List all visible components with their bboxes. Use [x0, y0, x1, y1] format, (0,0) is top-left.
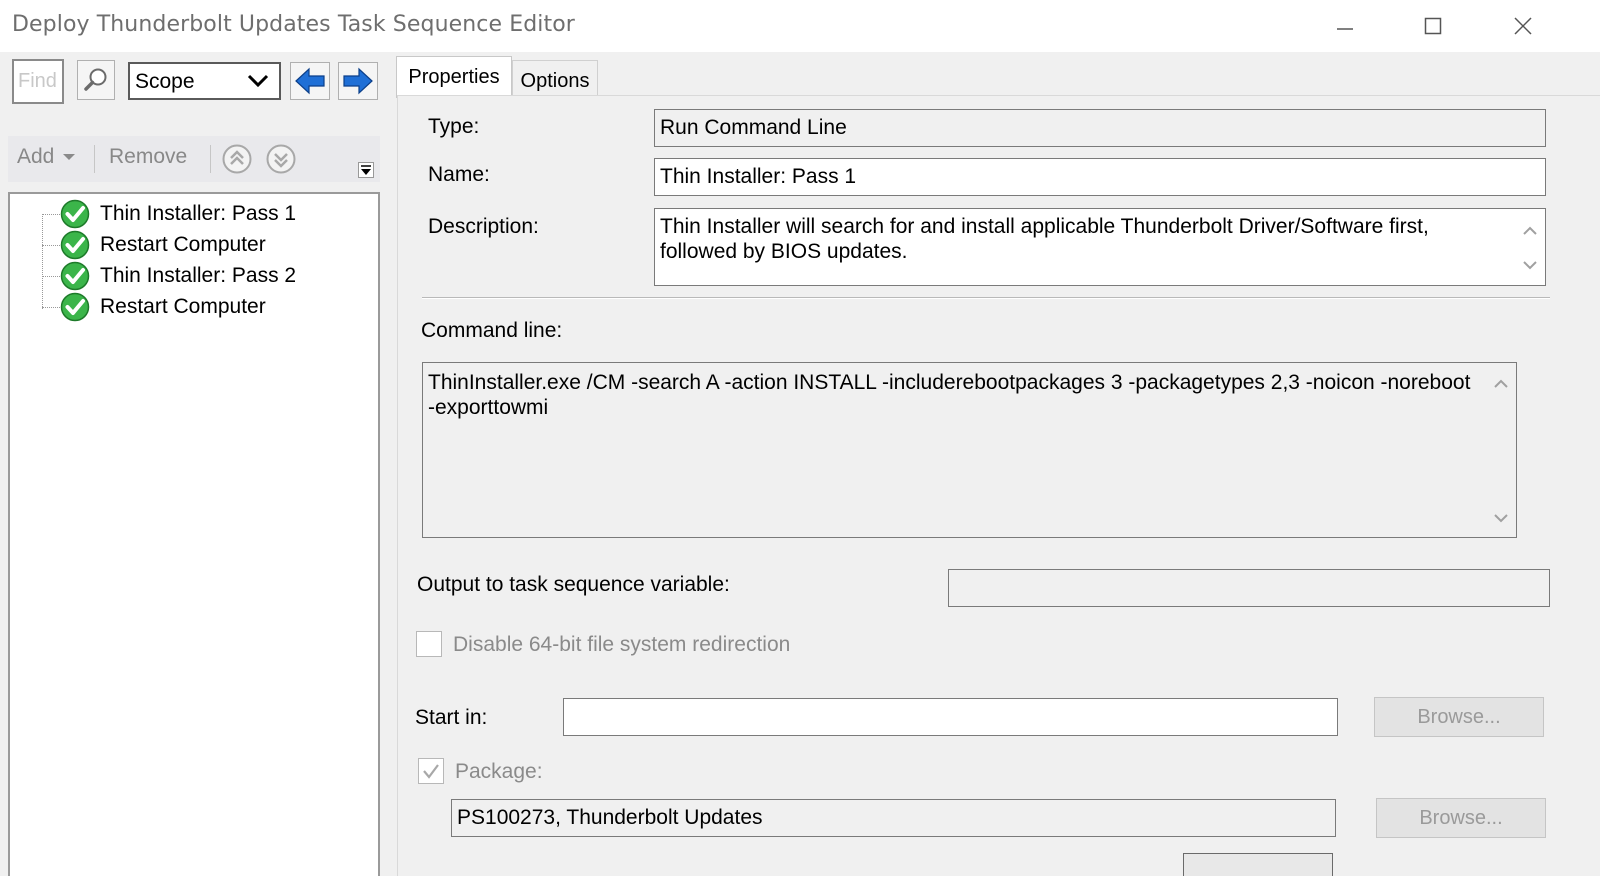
- partial-button[interactable]: [1183, 853, 1333, 876]
- tree-item-label: Restart Computer: [100, 233, 266, 256]
- dropdown-caret-icon: [63, 154, 76, 160]
- tab-label: Properties: [408, 66, 500, 88]
- add-label: Add: [17, 145, 55, 168]
- remove-label: Remove: [109, 145, 188, 168]
- move-down-button[interactable]: [265, 143, 297, 180]
- checkmark-icon: [423, 764, 439, 779]
- chevron-down-icon: [247, 74, 269, 88]
- description-label: Description:: [428, 215, 539, 238]
- overflow-icon: [358, 162, 374, 178]
- add-button[interactable]: Add: [17, 145, 76, 169]
- tree-connector: [42, 214, 43, 309]
- package-label: Package:: [455, 760, 543, 783]
- package-value: PS100273, Thunderbolt Updates: [457, 806, 763, 829]
- move-up-icon: [222, 144, 252, 174]
- scroll-arrows-icon: [1494, 379, 1508, 523]
- tree-item-restart-computer[interactable]: Restart Computer: [60, 292, 266, 322]
- tree-item-thin-installer-pass-1[interactable]: Thin Installer: Pass 1: [60, 199, 296, 229]
- tab-properties[interactable]: Properties: [396, 56, 512, 98]
- name-value: Thin Installer: Pass 1: [660, 165, 857, 188]
- start-in-input[interactable]: [563, 698, 1338, 736]
- toolbar-overflow-button[interactable]: [358, 162, 374, 183]
- sequence-toolbar: Add Remove: [8, 136, 380, 182]
- tab-options[interactable]: Options: [512, 60, 598, 98]
- browse-label: Browse...: [1417, 705, 1501, 728]
- arrow-left-icon: [295, 67, 325, 95]
- type-value: Run Command Line: [660, 116, 847, 139]
- tree-connector: [42, 214, 62, 215]
- remove-button[interactable]: Remove: [109, 145, 187, 169]
- scope-value: Scope: [135, 70, 195, 93]
- back-button[interactable]: [290, 62, 330, 100]
- move-down-icon: [266, 144, 296, 174]
- package-checkbox[interactable]: [418, 758, 444, 784]
- command-line-scrollbar[interactable]: [1490, 373, 1512, 529]
- package-browse-button[interactable]: Browse...: [1376, 798, 1546, 838]
- output-variable-label: Output to task sequence variable:: [417, 573, 730, 596]
- start-in-browse-button[interactable]: Browse...: [1374, 697, 1544, 737]
- maximize-icon: [1424, 17, 1442, 35]
- forward-button[interactable]: [338, 62, 378, 100]
- disable-redirection-label: Disable 64-bit file system redirection: [453, 633, 791, 656]
- output-variable-input[interactable]: [948, 569, 1550, 607]
- tree-item-label: Thin Installer: Pass 2: [100, 264, 297, 287]
- command-line-value: ThinInstaller.exe /CM -search A -action …: [428, 371, 1471, 419]
- search-button[interactable]: [77, 60, 115, 100]
- task-sequence-tree: Thin Installer: Pass 1 Restart Computer …: [8, 192, 380, 876]
- find-input[interactable]: Find: [12, 59, 64, 104]
- description-textarea[interactable]: Thin Installer will search for and insta…: [654, 208, 1546, 286]
- title-bar: Deploy Thunderbolt Updates Task Sequence…: [0, 0, 1600, 52]
- type-field: Run Command Line: [654, 109, 1546, 147]
- tree-item-label: Thin Installer: Pass 1: [100, 202, 297, 225]
- tree-connector: [42, 276, 62, 277]
- description-value: Thin Installer will search for and insta…: [660, 215, 1429, 263]
- tab-strip: Properties Options: [394, 52, 1600, 98]
- tree-item-restart-computer[interactable]: Restart Computer: [60, 230, 266, 260]
- toolbar-separator: [210, 145, 211, 173]
- toolbar-separator: [94, 145, 95, 173]
- find-placeholder: Find: [18, 70, 57, 92]
- disable-redirection-checkbox[interactable]: [416, 631, 442, 657]
- scroll-arrows-icon: [1523, 226, 1537, 270]
- browse-label: Browse...: [1419, 806, 1503, 829]
- command-line-textarea[interactable]: ThinInstaller.exe /CM -search A -action …: [422, 362, 1517, 538]
- maximize-button[interactable]: [1410, 8, 1456, 44]
- tree-item-thin-installer-pass-2[interactable]: Thin Installer: Pass 2: [60, 261, 296, 291]
- type-label: Type:: [428, 115, 480, 138]
- arrow-right-icon: [343, 67, 373, 95]
- pane-splitter[interactable]: [380, 52, 394, 876]
- name-label: Name:: [428, 163, 490, 186]
- command-line-label: Command line:: [421, 319, 563, 342]
- close-button[interactable]: [1500, 8, 1546, 44]
- success-check-icon: [60, 261, 90, 291]
- move-up-button[interactable]: [221, 143, 253, 180]
- magnifier-icon: [84, 68, 107, 91]
- success-check-icon: [60, 230, 90, 260]
- minimize-button[interactable]: [1322, 8, 1368, 44]
- close-icon: [1514, 17, 1532, 35]
- scope-dropdown[interactable]: Scope: [128, 62, 281, 100]
- success-check-icon: [60, 199, 90, 229]
- package-field: PS100273, Thunderbolt Updates: [451, 799, 1336, 837]
- name-input[interactable]: Thin Installer: Pass 1: [654, 158, 1546, 196]
- success-check-icon: [60, 292, 90, 322]
- tab-label: Options: [520, 70, 590, 92]
- tree-connector: [42, 307, 62, 308]
- section-divider: [422, 297, 1550, 299]
- tree-connector: [42, 245, 62, 246]
- description-scrollbar[interactable]: [1519, 219, 1541, 279]
- minimize-icon: [1337, 28, 1353, 30]
- tree-item-label: Restart Computer: [100, 295, 266, 318]
- start-in-label: Start in:: [415, 706, 488, 729]
- window-title: Deploy Thunderbolt Updates Task Sequence…: [12, 12, 575, 37]
